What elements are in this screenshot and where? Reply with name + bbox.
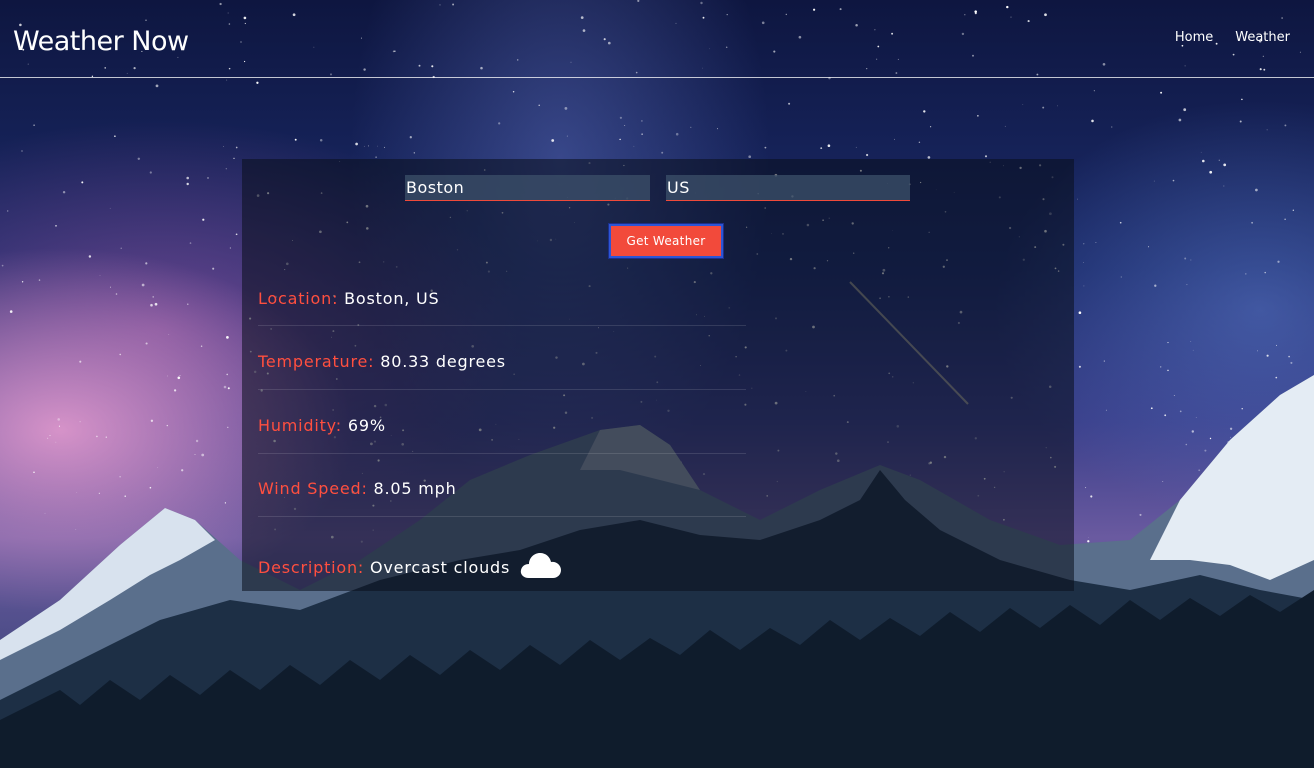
location-value: Boston, US [344, 289, 440, 308]
description-value: Overcast clouds [370, 558, 511, 577]
weather-app: Weather Now Home Weather Get Weather Loc… [0, 0, 1314, 768]
humidity-row: Humidity: 69% [258, 416, 746, 435]
city-input[interactable] [405, 175, 650, 201]
temperature-row: Temperature: 80.33 degrees [258, 352, 746, 371]
wind-speed-label: Wind Speed: [258, 479, 368, 498]
app-title[interactable]: Weather Now [13, 26, 189, 57]
country-input[interactable] [666, 175, 910, 201]
wind-speed-row: Wind Speed: 8.05 mph [258, 479, 746, 498]
nav-home-link[interactable]: Home [1175, 30, 1213, 45]
divider [258, 325, 746, 326]
description-label: Description: [258, 558, 365, 577]
divider [258, 453, 746, 454]
description-row: Description: Overcast clouds [258, 551, 746, 583]
location-label: Location: [258, 289, 339, 308]
top-navbar: Weather Now Home Weather [0, 0, 1314, 78]
get-weather-button[interactable]: Get Weather [608, 223, 724, 259]
divider [258, 389, 746, 390]
weather-card: Get Weather Location: Boston, US Tempera… [242, 159, 1074, 591]
humidity-label: Humidity: [258, 416, 342, 435]
divider [258, 516, 746, 517]
temperature-value: 80.33 degrees [380, 352, 506, 371]
humidity-value: 69% [347, 416, 386, 435]
location-row: Location: Boston, US [258, 289, 746, 308]
temperature-label: Temperature: [258, 352, 375, 371]
nav-links: Home Weather [1175, 30, 1290, 45]
cloud-icon [520, 551, 562, 583]
wind-speed-value: 8.05 mph [373, 479, 457, 498]
nav-weather-link[interactable]: Weather [1235, 30, 1290, 45]
